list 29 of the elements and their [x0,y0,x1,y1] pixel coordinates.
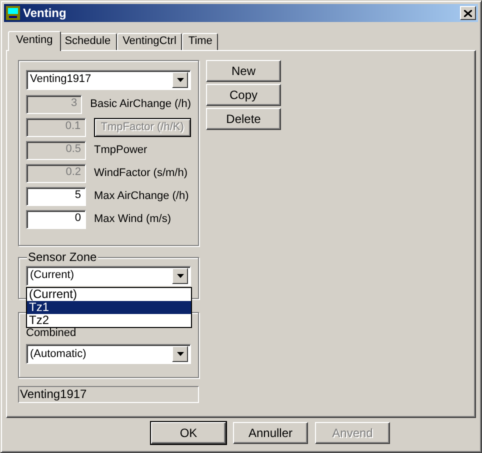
app-icon [6,6,20,20]
dropdown-option[interactable]: Tz1 [27,301,191,314]
action-button[interactable]: New [206,60,281,82]
tab[interactable]: Time [182,33,218,50]
combined-label: Combined [26,327,78,340]
tab[interactable]: Schedule [58,33,117,50]
field-label: TmpPower [94,144,148,158]
sensor-zone-dropdown[interactable]: (Current) [26,266,191,286]
field-label: Max AirChange (/h) [94,190,189,204]
window-title: Venting [23,6,66,20]
number-field[interactable]: 0 [26,210,86,229]
tab[interactable]: VentingCtrl [116,33,182,50]
dropdown-option[interactable]: (Current) [27,288,191,301]
action-button[interactable]: Copy [206,84,281,106]
dialog-button[interactable]: OK [151,422,226,444]
group-label: Sensor Zone [27,250,98,264]
dialog-button[interactable]: Annuller [233,422,308,444]
close-button[interactable] [460,6,476,20]
status-field: Venting1917 [18,386,199,403]
close-icon [464,10,472,16]
field-label: Basic AirChange (/h) [90,98,191,112]
action-button[interactable]: Delete [206,108,281,130]
combined-dropdown[interactable]: (Automatic) [26,344,191,364]
field-label: Max Wind (m/s) [94,212,171,226]
tab[interactable]: Venting [8,31,61,51]
field-label: WindFactor (s/m/h) [94,166,188,180]
number-field[interactable]: 5 [26,187,86,206]
venting-dropdown[interactable]: Venting1917 [26,70,191,90]
dropdown-option[interactable]: Tz2 [27,314,191,327]
